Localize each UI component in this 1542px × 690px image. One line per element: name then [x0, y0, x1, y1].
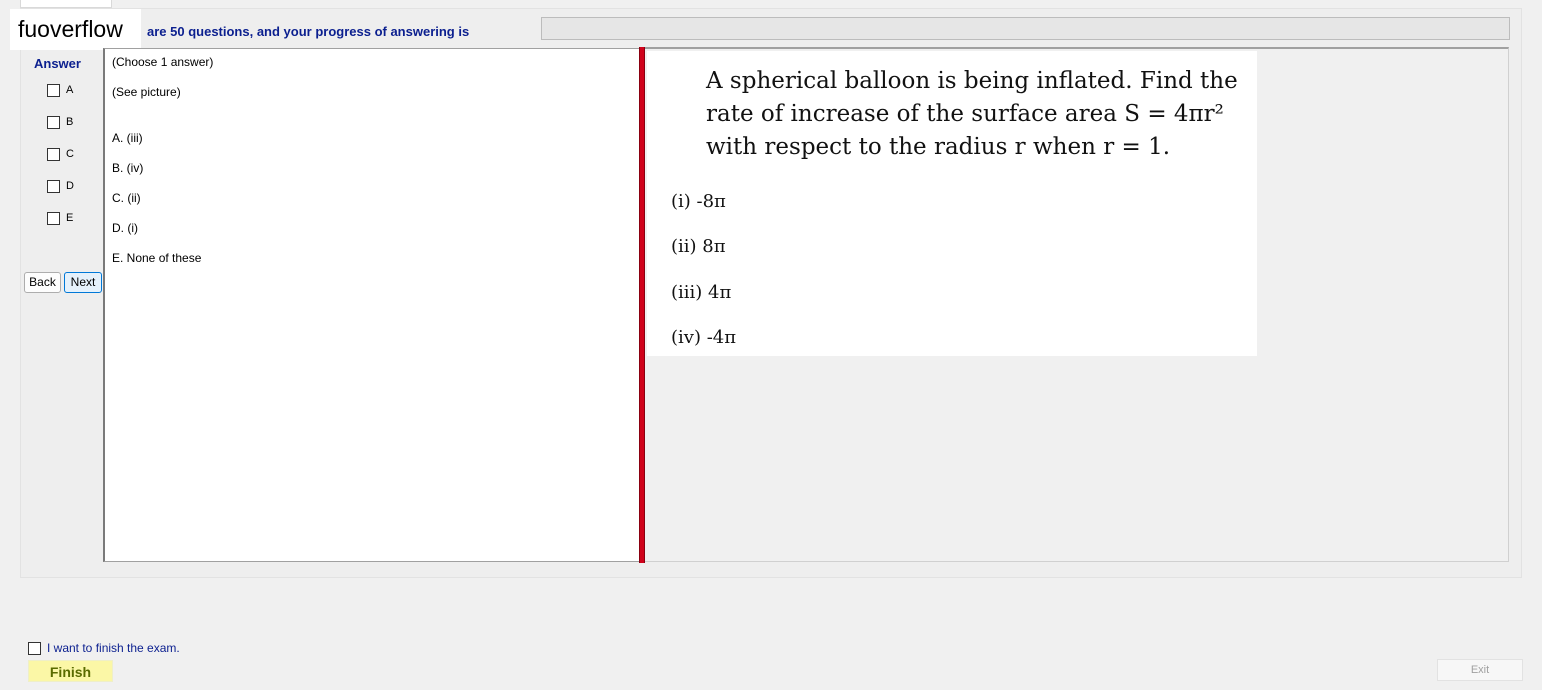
finish-button[interactable]: Finish	[28, 660, 113, 682]
progress-bar	[541, 17, 1510, 40]
question-image: A spherical balloon is being inflated. F…	[647, 51, 1257, 356]
picture-choice-iv: (iv) -4π	[671, 327, 737, 348]
picture-choice-ii: (ii) 8π	[671, 236, 726, 257]
picture-choice-i: (i) -8π	[671, 191, 726, 212]
answer-option-label: B	[66, 116, 74, 128]
checkbox-d[interactable]	[47, 179, 60, 193]
answer-option-label: D	[66, 180, 74, 192]
checkbox-b[interactable]	[47, 115, 60, 129]
checkbox-e[interactable]	[47, 211, 60, 225]
answer-option-label: C	[66, 148, 74, 160]
finish-checkbox-label: I want to finish the exam.	[47, 641, 180, 655]
question-answer-a: A. (iii)	[112, 131, 143, 145]
question-picture-note: (See picture)	[112, 85, 181, 99]
problem-line: rate of increase of the surface area S =…	[706, 101, 1224, 127]
back-button[interactable]: Back	[24, 272, 61, 293]
checkbox-c[interactable]	[47, 147, 60, 161]
question-instruction: (Choose 1 answer)	[112, 55, 214, 69]
finish-exam-checkbox[interactable]: I want to finish the exam.	[28, 640, 180, 656]
question-answer-b: B. (iv)	[112, 161, 144, 175]
answer-option-a[interactable]: A	[47, 82, 73, 98]
answer-option-e[interactable]: E	[47, 210, 73, 226]
top-tab	[20, 0, 112, 8]
answer-title: Answer	[34, 56, 81, 71]
answer-option-c[interactable]: C	[47, 146, 74, 162]
question-text-panel[interactable]: (Choose 1 answer) (See picture) A. (iii)…	[103, 48, 639, 562]
answer-option-label: A	[66, 84, 74, 96]
picture-choice-iii: (iii) 4π	[671, 282, 732, 303]
answer-option-label: E	[66, 212, 74, 224]
checkbox-a[interactable]	[47, 83, 60, 97]
answer-option-b[interactable]: B	[47, 114, 73, 130]
question-image-area: A spherical balloon is being inflated. F…	[645, 47, 1509, 562]
question-answer-d: D. (i)	[112, 221, 138, 235]
question-answer-c: C. (ii)	[112, 191, 141, 205]
problem-statement: A spherical balloon is being inflated. F…	[706, 65, 1246, 164]
progress-label: are 50 questions, and your progress of a…	[147, 24, 470, 39]
watermark-logo: fuoverflow	[10, 9, 141, 50]
answer-option-d[interactable]: D	[47, 178, 74, 194]
question-answer-e: E. None of these	[112, 251, 202, 265]
problem-line: A spherical balloon is being inflated. F…	[706, 68, 1238, 94]
next-button[interactable]: Next	[64, 272, 102, 293]
problem-line: with respect to the radius r when r = 1.	[706, 134, 1171, 160]
exit-button[interactable]: Exit	[1437, 659, 1523, 681]
finish-checkbox-box[interactable]	[28, 641, 41, 655]
